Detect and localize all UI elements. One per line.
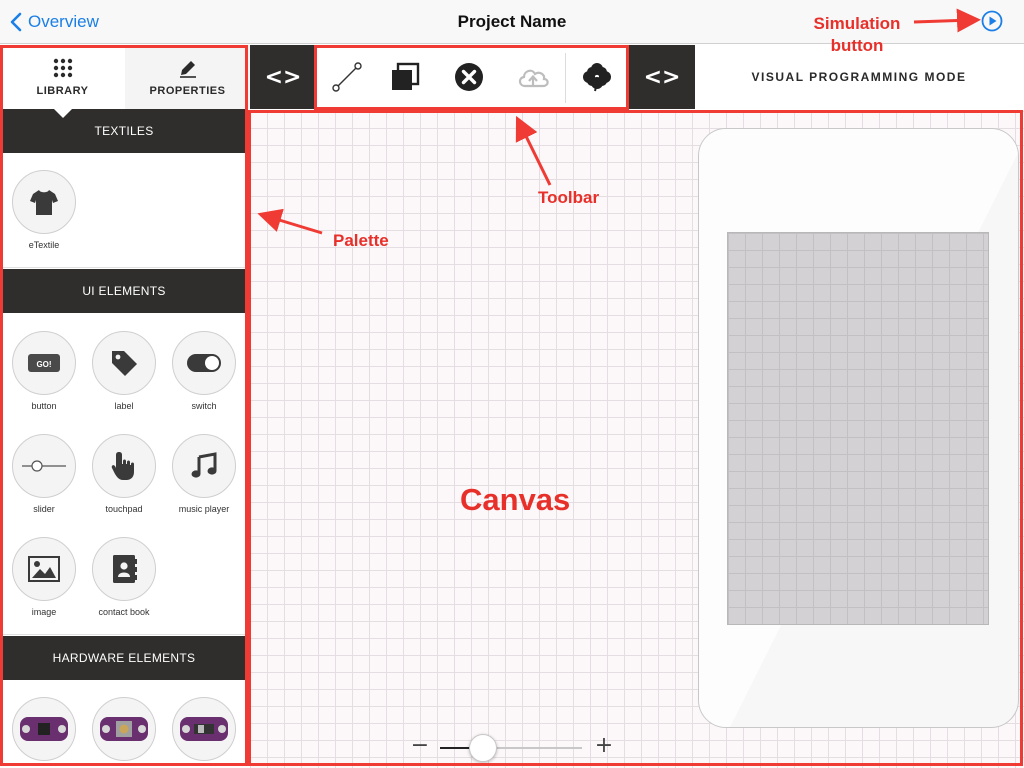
palette-item-button[interactable]: GO! button — [4, 331, 84, 431]
section-divider — [3, 634, 245, 635]
overlap-squares-icon — [392, 62, 420, 90]
palette-item-label: touchpad — [105, 504, 143, 514]
play-circle-icon[interactable] — [981, 10, 1003, 32]
upload-tool-button[interactable] — [502, 45, 564, 109]
slider-icon — [22, 460, 66, 472]
palette-item-touchpad[interactable]: touchpad — [84, 434, 164, 534]
zoom-out-button[interactable]: − — [410, 733, 430, 761]
palette: TEXTILES eTextile UI ELEMENTS GO! button… — [0, 109, 250, 768]
grid-dots-icon — [53, 58, 72, 77]
palette-item-contact-book[interactable]: contact book — [84, 537, 164, 637]
palette-item-etextile[interactable]: eTextile — [4, 170, 84, 270]
palette-item-label: music player — [178, 504, 230, 514]
section-header-hardware-elements: HARDWARE ELEMENTS — [3, 636, 245, 680]
section-header-ui-elements: UI ELEMENTS — [3, 269, 245, 313]
zoom-slider-thumb[interactable] — [469, 734, 497, 762]
delete-tool-button[interactable] — [438, 45, 500, 109]
cloud-upload-icon — [518, 69, 549, 88]
tag-icon — [112, 351, 137, 376]
zoom-control: − + — [410, 733, 613, 762]
clover-icon — [583, 63, 611, 92]
go-button-icon: GO! — [28, 354, 60, 372]
palette-item-label: slider — [33, 504, 55, 514]
palette-item-label-text: label — [114, 401, 134, 411]
close-circle-icon — [455, 63, 483, 91]
hardware-switch-icon — [180, 717, 228, 741]
tshirt-icon — [30, 190, 58, 215]
zoom-track[interactable] — [440, 734, 582, 762]
tab-library-label: LIBRARY — [36, 84, 89, 97]
palette-item-hardware-board[interactable] — [4, 697, 84, 768]
line-connector-icon — [332, 62, 362, 92]
palette-item-slider[interactable]: slider — [4, 434, 84, 534]
annotation-toolbar: Toolbar — [538, 188, 600, 207]
section-header-textiles: TEXTILES — [3, 109, 245, 153]
zoom-in-button[interactable]: + — [594, 733, 614, 761]
palette-item-label[interactable]: label — [84, 331, 164, 431]
canvas[interactable]: − + — [250, 111, 1024, 768]
section-divider — [3, 267, 245, 268]
palette-item-label: image — [31, 607, 57, 617]
palette-item-hardware-button[interactable] — [84, 697, 164, 768]
music-note-icon — [191, 452, 217, 478]
hardware-button-icon — [100, 717, 148, 741]
hand-pointer-icon — [111, 452, 134, 480]
palette-item-hardware-switch[interactable] — [164, 697, 244, 768]
toggle-icon — [187, 354, 221, 372]
tab-pointer — [54, 109, 72, 118]
annotation-palette: Palette — [333, 231, 389, 250]
tab-library[interactable]: LIBRARY — [0, 45, 125, 109]
palette-item-label: switch — [191, 401, 217, 411]
connect-tool-button[interactable] — [316, 45, 378, 109]
annotation-canvas: Canvas — [460, 482, 571, 517]
annotation-simulation-button: Simulation button — [813, 14, 901, 55]
palette-item-image[interactable]: image — [4, 537, 84, 637]
image-icon — [28, 556, 60, 582]
contact-book-icon — [113, 555, 137, 583]
palette-tabs: LIBRARY PROPERTIES — [0, 45, 250, 109]
toolbar — [316, 45, 629, 109]
hardware-board-icon — [20, 717, 68, 741]
plugin-tool-button[interactable] — [566, 45, 628, 109]
duplicate-tool-button[interactable] — [374, 45, 436, 109]
phone-preview — [698, 128, 1019, 728]
palette-item-label: eTextile — [28, 240, 60, 250]
code-toggle-right-button[interactable]: <> — [629, 45, 695, 109]
code-toggle-left-button[interactable]: <> — [250, 45, 316, 109]
palette-item-label: contact book — [98, 607, 150, 617]
pencil-icon — [179, 60, 196, 78]
phone-screen[interactable] — [727, 232, 989, 625]
palette-item-switch[interactable]: switch — [164, 331, 244, 431]
palette-item-label: button — [31, 401, 57, 411]
tab-properties[interactable]: PROPERTIES — [125, 45, 250, 109]
tab-properties-label: PROPERTIES — [149, 84, 226, 97]
palette-item-music-player[interactable]: music player — [164, 434, 244, 534]
svg-text:GO!: GO! — [36, 360, 51, 369]
